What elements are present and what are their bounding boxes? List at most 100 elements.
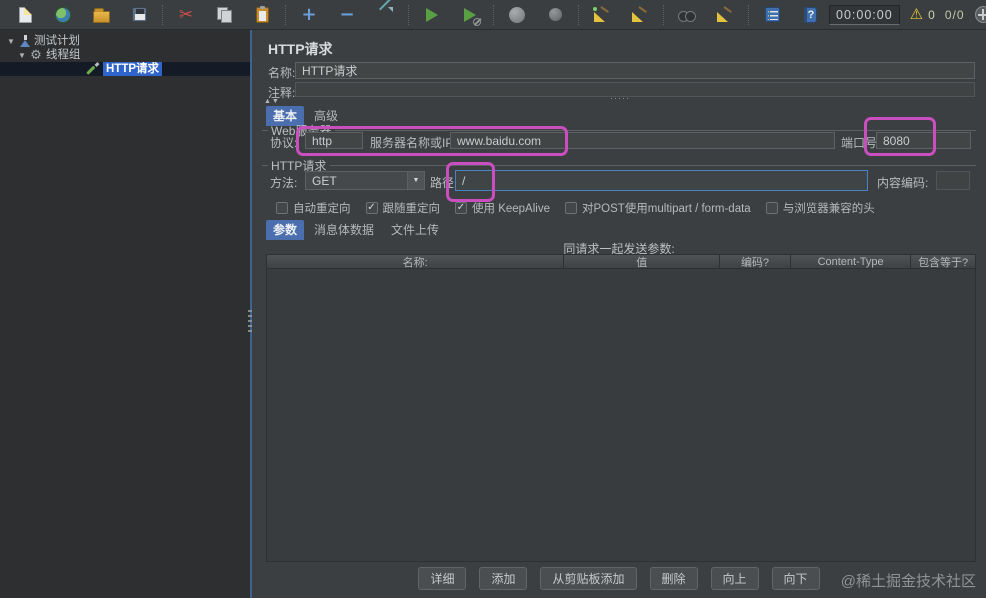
shutdown-icon[interactable] [543, 3, 567, 27]
add-button[interactable]: 添加 [479, 567, 528, 590]
toggle-icon[interactable] [373, 3, 397, 27]
folder-glyph [92, 7, 110, 23]
shutdown-glyph [548, 8, 562, 21]
floppy-glyph [131, 7, 147, 22]
port-input[interactable]: 8080 [876, 132, 971, 149]
cut-icon[interactable]: ✂ [174, 3, 198, 27]
checkbox-box[interactable] [276, 202, 288, 214]
start-icon[interactable] [420, 3, 444, 27]
expand-all-icon[interactable]: + [297, 3, 321, 27]
chevron-down-icon[interactable]: ▼ [407, 172, 424, 189]
encoding-input[interactable] [936, 171, 970, 190]
plus-glyph: + [301, 3, 317, 25]
warning-count: 0 [928, 7, 935, 22]
port-label: 端口号: [841, 136, 881, 150]
start-no-pauses-icon[interactable] [458, 3, 482, 27]
detail-button[interactable]: 详细 [418, 567, 467, 590]
thread-group-icon: ⚙ [30, 47, 42, 63]
copy-icon[interactable] [212, 3, 236, 27]
up-button[interactable]: 向上 [710, 567, 759, 590]
toggle-glyph [377, 6, 393, 23]
server-value: www.baidu.com [457, 133, 542, 148]
path-input[interactable]: / [455, 170, 868, 191]
comment-input[interactable] [295, 82, 975, 97]
tree-item-label[interactable]: HTTP请求 [103, 62, 163, 76]
test-plan-tree: ▼ 测试计划 ▼ ⚙ 线程组 HTTP请求 [0, 30, 250, 598]
http-sampler-icon [86, 62, 100, 76]
method-label: 方法: [270, 176, 298, 190]
protocol-input[interactable]: http [305, 132, 363, 149]
col-header-name: 名称: [267, 255, 565, 268]
horizontal-splitter-grip[interactable]: ····· [610, 93, 630, 103]
parameters-table: 名称: 值 编码? Content-Type 包含等于? [266, 254, 976, 562]
checkbox-box[interactable] [564, 202, 577, 214]
tab-body-data[interactable]: 消息体数据 [307, 220, 381, 240]
checkbox-box[interactable] [455, 202, 467, 214]
templates-icon[interactable] [51, 3, 75, 27]
name-label: 名称: [268, 66, 296, 80]
open-file-icon[interactable] [89, 3, 113, 27]
stop-icon[interactable] [505, 3, 529, 27]
minus-glyph: − [339, 3, 355, 25]
checkbox-box[interactable] [365, 202, 378, 214]
path-label: 路径: [430, 176, 458, 190]
tree-item-label[interactable]: 测试计划 [31, 34, 83, 48]
name-input[interactable]: HTTP请求 [295, 62, 975, 79]
body-tab-bar: 参数 消息体数据 文件上传 [266, 220, 446, 240]
col-header-encode: 编码? [720, 255, 791, 268]
checkbox-label: 与浏览器兼容的头 [782, 203, 875, 215]
toolbar-separator [748, 4, 749, 25]
broom-glyph [716, 5, 734, 24]
remote-start-icon[interactable] [974, 6, 986, 23]
parameters-table-body[interactable] [267, 269, 975, 561]
delete-button[interactable]: 删除 [649, 567, 698, 590]
checkbox-multipart-form-data[interactable]: 对POST使用multipart / form-data [564, 200, 751, 216]
collapse-arrows[interactable]: ▲▼ [264, 98, 280, 105]
toolbar-separator [162, 4, 163, 25]
toolbar-separator [285, 4, 286, 25]
checkbox-use-keepalive[interactable]: 使用 KeepAlive [455, 200, 550, 216]
paste-icon[interactable] [250, 3, 274, 27]
thread-counter: 0/0 [944, 7, 965, 22]
tab-parameters[interactable]: 参数 [266, 220, 305, 240]
checkbox-follow-redirects[interactable]: 跟随重定向 [365, 200, 440, 216]
http-request-config-panel: HTTP请求 名称: HTTP请求 注释: ▲▼ ····· 基本 高级 Web… [252, 30, 986, 598]
checkbox-redirect-automatically[interactable]: 自动重定向 [276, 200, 351, 216]
method-select[interactable]: GET ▼ [305, 171, 425, 190]
server-input[interactable]: www.baidu.com [450, 132, 835, 149]
checkbox-box[interactable] [765, 202, 778, 214]
warning-icon: ⚠ [909, 5, 924, 23]
search-icon[interactable] [675, 3, 699, 27]
no-pause-badge [473, 17, 481, 26]
function-helper-icon[interactable] [760, 3, 784, 27]
tree-item-test-plan[interactable]: ▼ 测试计划 [0, 34, 250, 48]
toolbar-separator [493, 4, 494, 25]
broom-glyph [631, 5, 649, 24]
clear-icon[interactable] [590, 3, 614, 27]
method-value: GET [312, 173, 337, 188]
new-file-icon[interactable] [13, 3, 37, 27]
parameters-table-header: 名称: 值 编码? Content-Type 包含等于? [267, 255, 975, 269]
clear-all-icon[interactable] [628, 3, 652, 27]
main-toolbar: ✂ + − ? 00:00:00 ⚠ 0 0/0 [0, 0, 986, 30]
down-button[interactable]: 向下 [771, 567, 820, 590]
add-from-clipboard-button[interactable]: 从剪贴板添加 [540, 567, 637, 590]
collapse-all-icon[interactable]: − [335, 3, 359, 27]
search-reset-icon[interactable] [713, 3, 737, 27]
caret-down-icon[interactable]: ▼ [18, 51, 26, 60]
tab-files-upload[interactable]: 文件上传 [384, 220, 446, 240]
log-errors-indicator[interactable]: ⚠ 0 [910, 7, 935, 22]
stop-glyph [509, 6, 525, 23]
list-glyph [764, 7, 780, 22]
checkbox-browser-compatible-headers[interactable]: 与浏览器兼容的头 [765, 200, 875, 216]
port-value: 8080 [883, 133, 910, 148]
tree-item-label[interactable]: 线程组 [43, 48, 84, 62]
tree-item-thread-group[interactable]: ▼ ⚙ 线程组 [0, 48, 250, 62]
tree-item-http-request[interactable]: HTTP请求 [0, 62, 250, 76]
help-icon[interactable]: ? [798, 3, 822, 27]
checkbox-label: 对POST使用multipart / form-data [581, 203, 751, 215]
caret-down-icon[interactable]: ▼ [7, 37, 15, 46]
path-value: / [462, 173, 466, 188]
save-icon[interactable] [127, 3, 151, 27]
server-label: 服务器名称或IP: [370, 136, 457, 150]
